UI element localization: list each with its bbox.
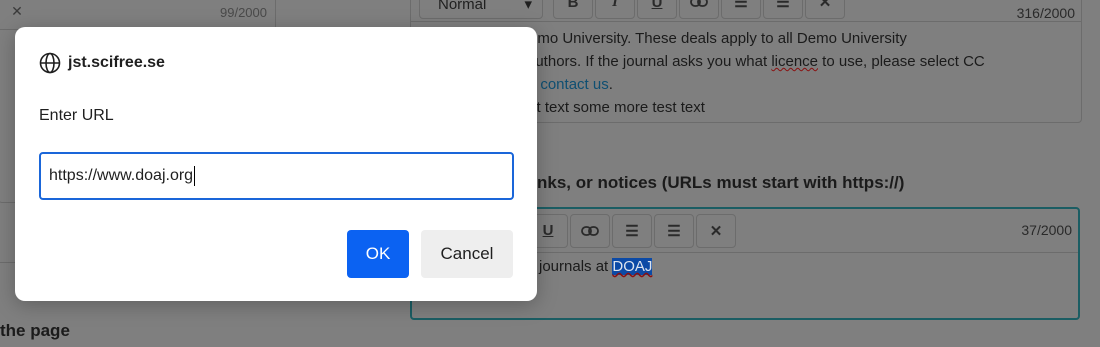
dialog-origin: jst.scifree.se (39, 52, 165, 74)
style-value: Normal (438, 0, 487, 13)
globe-icon (39, 52, 61, 74)
editor-toolbar: Normal ▾ B I U ☰ ☰ ✕ (411, 0, 1081, 22)
misspelled-word: licence (771, 53, 819, 70)
section-heading: the page (0, 321, 70, 340)
link-icon (679, 0, 719, 19)
origin-domain: jst.scifree.se (68, 54, 165, 71)
text-caret (194, 166, 196, 186)
clear-format-icon: ✕ (805, 0, 845, 19)
numbered-list-icon: ☰ (763, 0, 803, 19)
contact-link: contact us (540, 76, 609, 93)
prompt-message: Enter URL (39, 107, 114, 124)
selected-text: DOAJ (612, 258, 653, 275)
url-input-value: https://www.doaj.org (49, 167, 194, 184)
url-prompt-dialog: jst.scifree.se Enter URL https://www.doa… (15, 27, 537, 301)
chevron-down-icon: ▾ (524, 0, 532, 13)
char-counter: 316/2000 (1016, 5, 1075, 21)
underline-button: U (637, 0, 677, 19)
numbered-list-icon: ☰ (654, 213, 694, 248)
field-label: nks, or notices (URLs must start with ht… (537, 173, 905, 192)
editor-line: authors. If the journal asks you what li… (527, 53, 985, 70)
bulleted-list-icon: ☰ (721, 0, 761, 19)
editor-line: emo University. These deals apply to all… (529, 30, 907, 47)
ok-button[interactable]: OK (347, 230, 409, 278)
editor-line: rt contact us. (527, 76, 613, 93)
clear-format-icon: ✕ (11, 3, 23, 19)
bulleted-list-icon: ☰ (612, 213, 652, 248)
char-counter: 99/2000 (220, 5, 267, 20)
editor-line: st text some more test text (529, 99, 705, 116)
link-icon (570, 213, 610, 248)
url-input[interactable]: https://www.doaj.org (39, 152, 514, 200)
char-counter: 37/2000 (1021, 222, 1072, 238)
bold-button: B (553, 0, 593, 19)
editor-text: journals at (539, 258, 613, 275)
clear-format-icon: ✕ (696, 213, 736, 248)
paragraph-style-select: Normal ▾ (419, 0, 543, 19)
cancel-button[interactable]: Cancel (421, 230, 513, 278)
italic-button: I (595, 0, 635, 19)
